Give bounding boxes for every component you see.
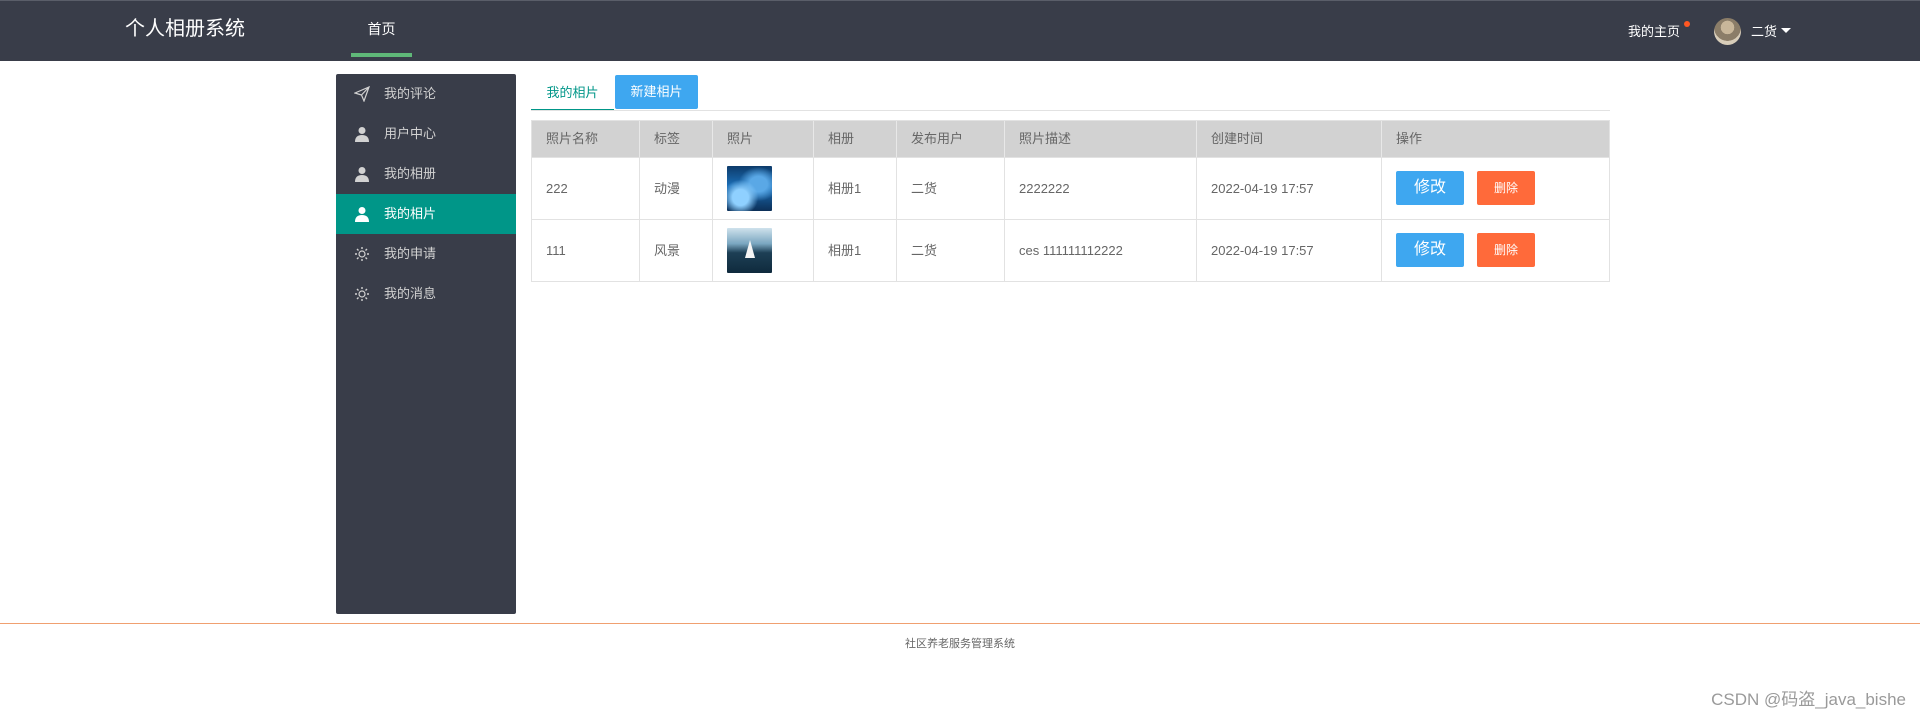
- column-header-description: 照片描述: [1005, 121, 1197, 157]
- cell-name: 222: [532, 158, 640, 219]
- gear-icon: [355, 247, 369, 261]
- photo-thumbnail[interactable]: [727, 228, 772, 273]
- cell-actions: 修改 删除: [1382, 158, 1609, 219]
- watermark: CSDN @码盗_java_bishe: [1711, 690, 1906, 709]
- nav-home-link[interactable]: 首页: [351, 1, 412, 58]
- cell-user: 二货: [897, 158, 1005, 219]
- my-home-link[interactable]: 我的主页: [1628, 21, 1680, 40]
- tab-new-photo[interactable]: 新建相片: [615, 75, 698, 109]
- edit-button[interactable]: 修改: [1396, 233, 1464, 267]
- sidebar-item-my-applications[interactable]: 我的申请: [336, 234, 516, 274]
- sidebar: 我的评论 用户中心 我的相册 我的相片 我的申请 我的消息: [336, 74, 516, 614]
- column-header-created: 创建时间: [1197, 121, 1382, 157]
- sailboat-shape: [745, 240, 755, 258]
- sidebar-item-my-albums[interactable]: 我的相册: [336, 154, 516, 194]
- cell-name: 111: [532, 220, 640, 281]
- sidebar-item-label: 用户中心: [384, 126, 437, 141]
- cell-album: 相册1: [814, 220, 897, 281]
- avatar[interactable]: [1714, 18, 1741, 45]
- notification-dot-icon: [1684, 21, 1690, 27]
- tab-divider: [531, 110, 1610, 111]
- sidebar-item-my-photos[interactable]: 我的相片: [336, 194, 516, 234]
- top-header: 个人相册系统 首页 我的主页 二货: [0, 0, 1920, 61]
- paper-plane-icon: [354, 86, 370, 102]
- table-row: 111 风景 相册1 二货 ces 111111112222 2022-04-1…: [532, 219, 1609, 281]
- photo-thumbnail[interactable]: [727, 166, 772, 211]
- edit-button[interactable]: 修改: [1396, 171, 1464, 205]
- delete-button[interactable]: 删除: [1477, 171, 1535, 205]
- cell-description: ces 111111112222: [1005, 220, 1197, 281]
- cell-user: 二货: [897, 220, 1005, 281]
- table-row: 222 动漫 相册1 二货 2222222 2022-04-19 17:57 修…: [532, 157, 1609, 219]
- sidebar-item-my-comments[interactable]: 我的评论: [336, 74, 516, 114]
- tab-my-photos[interactable]: 我的相片: [531, 75, 614, 110]
- footer-divider: [0, 623, 1920, 624]
- chevron-down-icon[interactable]: [1781, 28, 1791, 33]
- footer-text: 社区养老服务管理系统: [905, 638, 1015, 650]
- sidebar-item-user-center[interactable]: 用户中心: [336, 114, 516, 154]
- sidebar-item-label: 我的相册: [384, 166, 437, 181]
- sidebar-item-label: 我的相片: [384, 206, 437, 221]
- cell-photo: [713, 158, 814, 219]
- column-header-album: 相册: [814, 121, 897, 157]
- photos-table: 照片名称 标签 照片 相册 发布用户 照片描述 创建时间 操作 222 动漫 相…: [531, 120, 1610, 282]
- cell-created: 2022-04-19 17:57: [1197, 220, 1382, 281]
- user-icon: [355, 127, 369, 142]
- cell-album: 相册1: [814, 158, 897, 219]
- cell-photo: [713, 220, 814, 281]
- delete-button[interactable]: 删除: [1477, 233, 1535, 267]
- cell-tag: 动漫: [640, 158, 713, 219]
- column-header-actions: 操作: [1396, 131, 1423, 146]
- table-header-row: 照片名称 标签 照片 相册 发布用户 照片描述 创建时间 操作: [532, 121, 1609, 157]
- app-title: 个人相册系统: [125, 18, 245, 40]
- column-header-user: 发布用户: [897, 121, 1005, 157]
- cell-actions: 修改 删除: [1382, 220, 1609, 281]
- column-header-tag: 标签: [640, 121, 713, 157]
- sidebar-item-label: 我的消息: [384, 286, 437, 301]
- sidebar-item-label: 我的申请: [384, 246, 437, 261]
- sidebar-item-my-messages[interactable]: 我的消息: [336, 274, 516, 314]
- cell-tag: 风景: [640, 220, 713, 281]
- user-icon: [355, 167, 369, 182]
- user-icon: [355, 207, 369, 222]
- column-header-photo: 照片: [713, 121, 814, 157]
- cell-description: 2222222: [1005, 158, 1197, 219]
- gear-icon: [355, 287, 369, 301]
- nav-active-indicator: [351, 53, 412, 57]
- cell-created: 2022-04-19 17:57: [1197, 158, 1382, 219]
- column-header-name: 照片名称: [532, 121, 640, 157]
- user-menu[interactable]: 二货: [1751, 21, 1777, 40]
- sidebar-item-label: 我的评论: [384, 86, 437, 101]
